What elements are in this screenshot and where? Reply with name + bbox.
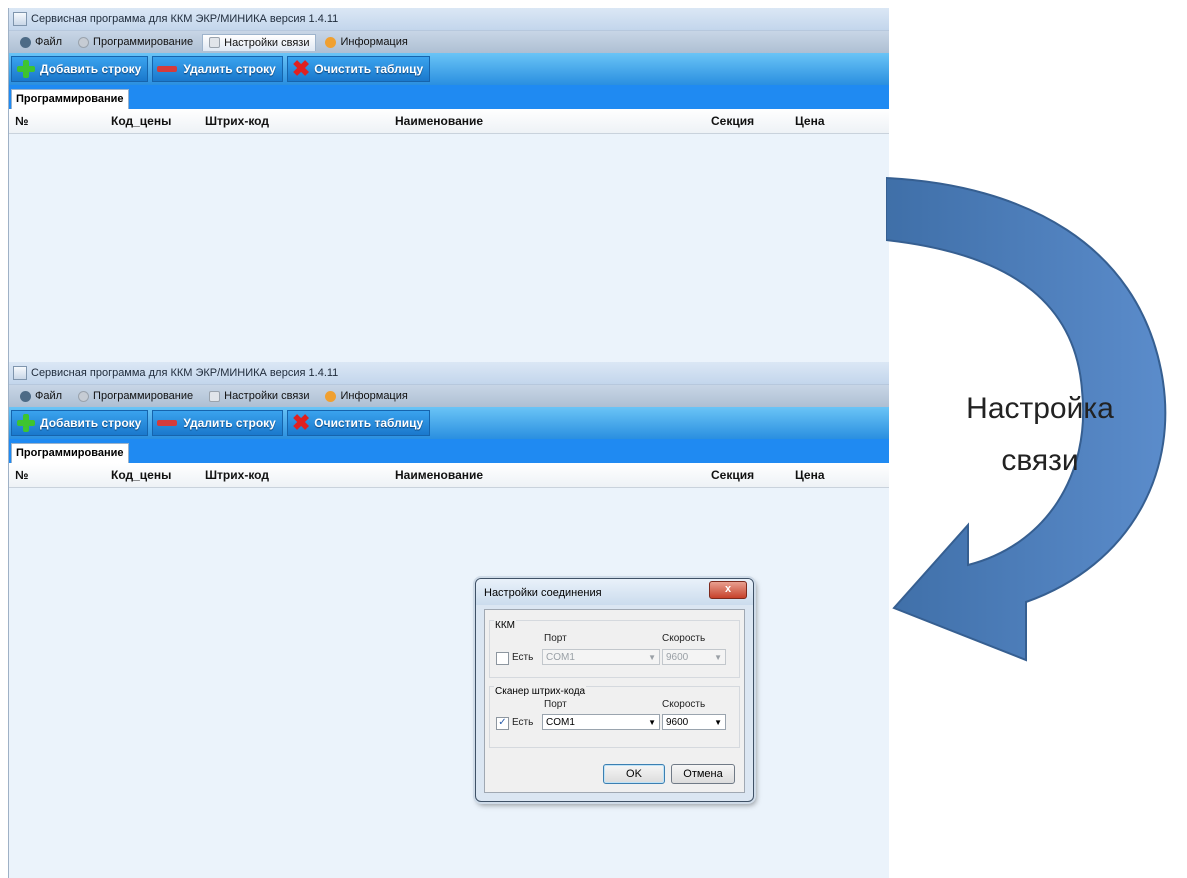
menu-file[interactable]: Файл (13, 33, 69, 51)
tab-programming[interactable]: Программирование (11, 443, 129, 463)
kkm-group-title: ККМ (494, 620, 516, 631)
column-section[interactable]: Секция (711, 468, 754, 482)
clear-table-button[interactable]: ✖ Очистить таблицу (286, 56, 431, 82)
chevron-down-icon: ▼ (648, 718, 656, 727)
chevron-down-icon: ▼ (714, 718, 722, 727)
menu-information[interactable]: Информация (318, 33, 414, 51)
scanner-enabled-checkbox[interactable]: ✓ (496, 717, 509, 730)
menu-information[interactable]: Информация (318, 387, 414, 405)
menu-bar: Файл Программирование Настройки связи Ин… (9, 31, 889, 53)
tab-strip: Программирование (9, 85, 889, 109)
scanner-group: Сканер штрих-кода Порт Скорость ✓ Есть C… (489, 686, 740, 748)
plus-icon (16, 59, 36, 79)
annotation-line-2: связи (1001, 444, 1079, 477)
column-number[interactable]: № (15, 468, 28, 482)
add-row-button[interactable]: Добавить строку (11, 56, 149, 82)
table-header: № Код_цены Штрих-код Наименование Секция… (9, 109, 889, 134)
file-icon (20, 36, 31, 48)
toolbar: Добавить строку Удалить строку ✖ Очистить… (9, 407, 889, 439)
kkm-enabled-label: Есть (512, 652, 534, 663)
annotation-line-1: Настройка (966, 392, 1114, 425)
kkm-enabled-checkbox[interactable] (496, 652, 509, 665)
menu-programming[interactable]: Программирование (71, 33, 200, 51)
column-barcode[interactable]: Штрих-код (205, 468, 269, 482)
chevron-down-icon: ▼ (648, 653, 656, 662)
programming-icon (78, 390, 90, 402)
connection-icon (209, 390, 221, 402)
kkm-speed-select[interactable]: 9600 ▼ (662, 649, 726, 665)
title-bar: Сервисная программа для ККМ ЭКР/МИНИКА в… (9, 362, 889, 385)
scanner-port-label: Порт (544, 699, 567, 710)
column-price[interactable]: Цена (795, 468, 825, 482)
info-icon (325, 390, 337, 402)
dialog-title-bar: Настройки соединения x (476, 579, 753, 605)
tab-programming[interactable]: Программирование (11, 89, 129, 109)
dialog-title: Настройки соединения (484, 587, 602, 599)
dialog-body: ККМ Порт Скорость Есть COM1 ▼ 9600 ▼ Скане… (484, 609, 745, 793)
plus-icon (16, 413, 36, 433)
connection-icon (209, 37, 221, 48)
title-bar: Сервисная программа для ККМ ЭКР/МИНИКА в… (9, 8, 889, 31)
app-icon (13, 12, 27, 26)
scanner-speed-select[interactable]: 9600 ▼ (662, 714, 726, 730)
cancel-button[interactable]: Отмена (671, 764, 735, 784)
app-window-before: Сервисная программа для ККМ ЭКР/МИНИКА в… (8, 8, 889, 364)
programming-icon (78, 36, 90, 48)
chevron-down-icon: ▼ (714, 653, 722, 662)
close-icon: ✖ (291, 56, 311, 81)
minus-icon (157, 420, 178, 426)
kkm-port-label: Порт (544, 633, 567, 644)
delete-row-button[interactable]: Удалить строку (152, 56, 283, 82)
menu-connection-settings[interactable]: Настройки связи (202, 387, 316, 405)
column-price-code[interactable]: Код_цены (111, 114, 171, 128)
window-title: Сервисная программа для ККМ ЭКР/МИНИКА в… (31, 367, 339, 379)
connection-settings-dialog: Настройки соединения x ККМ Порт Скорость… (475, 578, 754, 802)
curved-arrow-icon (886, 176, 1167, 662)
close-button[interactable]: x (709, 581, 747, 599)
delete-row-button[interactable]: Удалить строку (152, 410, 283, 436)
file-icon (20, 390, 31, 402)
kkm-speed-label: Скорость (662, 633, 706, 644)
menu-file[interactable]: Файл (13, 387, 69, 405)
scanner-speed-label: Скорость (662, 699, 706, 710)
menu-programming[interactable]: Программирование (71, 387, 200, 405)
toolbar: Добавить строку Удалить строку ✖ Очистить… (9, 53, 889, 85)
table-header: № Код_цены Штрих-код Наименование Секция… (9, 463, 889, 488)
kkm-group: ККМ Порт Скорость Есть COM1 ▼ 9600 ▼ (489, 620, 740, 678)
scanner-group-title: Сканер штрих-кода (494, 686, 587, 697)
column-name[interactable]: Наименование (395, 114, 483, 128)
app-icon (13, 366, 27, 380)
info-icon (325, 36, 337, 48)
clear-table-button[interactable]: ✖ Очистить таблицу (286, 410, 431, 436)
ok-button[interactable]: OK (603, 764, 665, 784)
column-barcode[interactable]: Штрих-код (205, 114, 269, 128)
close-icon: ✖ (291, 410, 311, 435)
column-price[interactable]: Цена (795, 114, 825, 128)
app-window-after: Сервисная программа для ККМ ЭКР/МИНИКА в… (8, 362, 889, 878)
column-number[interactable]: № (15, 114, 28, 128)
scanner-port-select[interactable]: COM1 ▼ (542, 714, 660, 730)
menu-connection-settings[interactable]: Настройки связи (202, 33, 317, 51)
column-name[interactable]: Наименование (395, 468, 483, 482)
kkm-port-select[interactable]: COM1 ▼ (542, 649, 660, 665)
minus-icon (157, 66, 178, 72)
window-title: Сервисная программа для ККМ ЭКР/МИНИКА в… (31, 13, 339, 25)
add-row-button[interactable]: Добавить строку (11, 410, 149, 436)
column-price-code[interactable]: Код_цены (111, 468, 171, 482)
menu-bar: Файл Программирование Настройки связи Ин… (9, 385, 889, 407)
tab-strip: Программирование (9, 439, 889, 463)
column-section[interactable]: Секция (711, 114, 754, 128)
scanner-enabled-label: Есть (512, 717, 534, 728)
